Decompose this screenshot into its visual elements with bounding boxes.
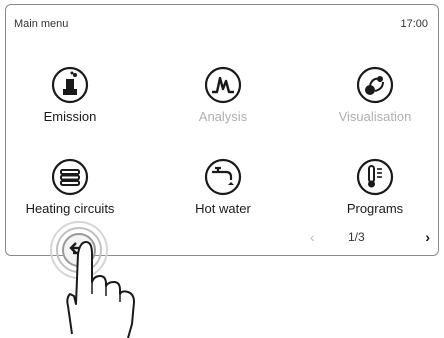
page-indicator: 1/3 <box>348 230 365 244</box>
next-page-button[interactable]: › <box>425 229 430 245</box>
visualisation-icon <box>356 66 394 104</box>
tile-emission[interactable]: Emission <box>0 65 140 124</box>
programs-icon <box>356 158 394 196</box>
prev-page-button[interactable]: ‹ <box>310 229 315 245</box>
tile-visualisation[interactable]: Visualisation <box>305 65 444 124</box>
tile-hot-water[interactable]: Hot water <box>153 157 293 216</box>
tile-label: Analysis <box>198 109 248 124</box>
tile-label: Hot water <box>195 201 251 216</box>
emission-icon <box>51 66 89 104</box>
tile-label: Emission <box>43 109 97 124</box>
tile-heating-circuits[interactable]: Heating circuits <box>0 157 140 216</box>
tile-programs[interactable]: Programs <box>305 157 444 216</box>
page-title: Main menu <box>14 18 69 30</box>
tile-label: Visualisation <box>338 109 412 124</box>
tile-analysis[interactable]: Analysis <box>153 65 293 124</box>
clock: 17:00 <box>400 18 428 30</box>
hot-water-icon <box>204 158 242 196</box>
tile-label: Heating circuits <box>25 201 115 216</box>
main-menu-screen: Main menu 17:00 Emission Analysis Visual… <box>5 4 439 256</box>
analysis-icon <box>204 66 242 104</box>
pager: ‹ 1/3 › <box>310 229 430 247</box>
tile-label: Programs <box>346 201 404 216</box>
heating-circuits-icon <box>51 158 89 196</box>
pointing-hand-icon <box>66 241 135 338</box>
